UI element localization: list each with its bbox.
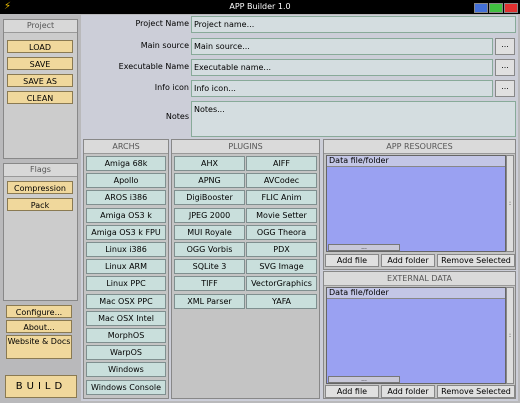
project-name-field[interactable]: Project name... [191, 16, 516, 33]
save-as-button[interactable]: SAVE AS [7, 74, 73, 87]
project-group-title: Project [4, 20, 77, 33]
arch-option[interactable]: Windows Console [86, 379, 166, 395]
resources-vscroll[interactable]: : [506, 155, 514, 252]
external-list-header: Data file/folder [327, 288, 505, 299]
plugin-option[interactable]: SVG Image [246, 259, 317, 275]
project-name-label: Project Name [135, 19, 189, 28]
plugins-panel: PLUGINS AHX AIFF APNG AVCodec DigiBooster FLI… [171, 139, 320, 399]
notes-label: Notes [165, 112, 189, 121]
plugin-option[interactable]: FLIC Anim [246, 190, 317, 206]
resources-remove-button[interactable]: Remove Selected [437, 254, 515, 267]
info-icon-browse-button[interactable]: ... [495, 80, 515, 97]
plugin-option[interactable]: TIFF [174, 276, 245, 292]
pack-button[interactable]: Pack [7, 198, 73, 211]
plugin-option[interactable]: JPEG 2000 [174, 207, 245, 223]
main-source-browse-button[interactable]: ... [495, 38, 515, 55]
plugin-option[interactable]: YAFA [246, 293, 317, 309]
executable-name-field[interactable]: Executable name... [191, 59, 493, 76]
arch-option[interactable]: Windows [86, 362, 166, 378]
external-list[interactable]: Data file/folder ... [326, 287, 506, 384]
plugin-option[interactable]: SQLite 3 [174, 259, 245, 275]
clean-button[interactable]: CLEAN [7, 91, 73, 104]
plugin-option[interactable]: AVCodec [246, 173, 317, 189]
external-vscroll[interactable]: : [506, 287, 514, 384]
arch-option[interactable]: Apollo [86, 173, 166, 189]
info-icon-field[interactable]: Info icon... [191, 80, 493, 97]
title-bar: ⚡ APP Builder 1.0 [0, 0, 520, 14]
external-hscroll[interactable]: ... [328, 376, 400, 383]
external-remove-button[interactable]: Remove Selected [437, 385, 515, 398]
arch-option[interactable]: Amiga 68k [86, 156, 166, 171]
external-data-panel: EXTERNAL DATA Data file/folder ... : Add… [323, 271, 516, 399]
arch-option[interactable]: Linux ARM [86, 259, 166, 275]
app-resources-title: APP RESOURCES [324, 140, 515, 154]
resources-add-file-button[interactable]: Add file [325, 254, 379, 267]
close-button[interactable] [504, 3, 518, 13]
arch-option[interactable]: Linux PPC [86, 276, 166, 292]
executable-browse-button[interactable]: ... [495, 59, 515, 76]
sidebar: Project LOAD SAVE SAVE AS CLEAN Flags Co… [2, 15, 79, 401]
save-button[interactable]: SAVE [7, 57, 73, 70]
arch-option[interactable]: MorphOS [86, 328, 166, 343]
tools-group: Configure... About... Website & Docs [3, 303, 78, 369]
app-resources-panel: APP RESOURCES Data file/folder ... : Add… [323, 139, 516, 270]
arch-option[interactable]: AROS i386 [86, 190, 166, 206]
resources-list-header: Data file/folder [327, 156, 505, 167]
main-source-field[interactable]: Main source... [191, 38, 493, 55]
external-add-folder-button[interactable]: Add folder [381, 385, 435, 398]
plugin-option[interactable]: APNG [174, 173, 245, 189]
resources-hscroll[interactable]: ... [328, 244, 400, 251]
arch-option[interactable]: WarpOS [86, 345, 166, 361]
plugin-option[interactable]: PDX [246, 242, 317, 257]
main-area: Project Name Project name... Main source… [81, 15, 518, 401]
build-button[interactable]: BUILD [5, 375, 77, 398]
arch-option[interactable]: Linux i386 [86, 242, 166, 257]
notes-field[interactable]: Notes... [191, 101, 516, 137]
plugin-option[interactable]: MUI Royale [174, 224, 245, 240]
plugin-option[interactable]: OGG Vorbis [174, 242, 245, 257]
plugin-option[interactable]: OGG Theora [246, 224, 317, 240]
plugin-option[interactable]: VectorGraphics [246, 276, 317, 292]
external-data-title: EXTERNAL DATA [324, 272, 515, 286]
compression-button[interactable]: Compression [7, 181, 73, 194]
main-source-label: Main source [140, 41, 189, 50]
flags-group-title: Flags [4, 164, 77, 177]
flags-group: Flags Compression Pack [3, 163, 78, 301]
plugin-option[interactable]: Movie Setter [246, 207, 317, 223]
plugin-option[interactable]: XML Parser [174, 293, 245, 309]
executable-name-label: Executable Name [118, 62, 189, 71]
arch-option[interactable]: Mac OSX PPC [86, 293, 166, 309]
load-button[interactable]: LOAD [7, 40, 73, 53]
arch-option[interactable]: Mac OSX Intel [86, 310, 166, 326]
configure-button[interactable]: Configure... [6, 305, 72, 318]
arch-option[interactable]: Amiga OS3 k FPU [86, 224, 166, 240]
minimize-button[interactable] [474, 3, 488, 13]
window-title: APP Builder 1.0 [229, 2, 291, 11]
archs-panel: ARCHS Amiga 68k Apollo AROS i386 Amiga OS3 … [83, 139, 169, 399]
resources-list[interactable]: Data file/folder ... [326, 155, 506, 252]
plugin-option[interactable]: AHX [174, 156, 245, 171]
arch-option[interactable]: Amiga OS3 k [86, 207, 166, 223]
plugin-option[interactable]: AIFF [246, 156, 317, 171]
resources-add-folder-button[interactable]: Add folder [381, 254, 435, 267]
project-group: Project LOAD SAVE SAVE AS CLEAN [3, 19, 78, 159]
plugins-title: PLUGINS [172, 140, 319, 154]
archs-title: ARCHS [84, 140, 168, 154]
app-window: ⚡ APP Builder 1.0 Project LOAD SAVE SAVE… [0, 0, 520, 403]
about-button[interactable]: About... [6, 320, 72, 333]
website-docs-button[interactable]: Website & Docs [6, 335, 72, 359]
external-add-file-button[interactable]: Add file [325, 385, 379, 398]
maximize-button[interactable] [489, 3, 503, 13]
plugin-option[interactable]: DigiBooster [174, 190, 245, 206]
info-icon-label: Info icon [154, 83, 189, 92]
